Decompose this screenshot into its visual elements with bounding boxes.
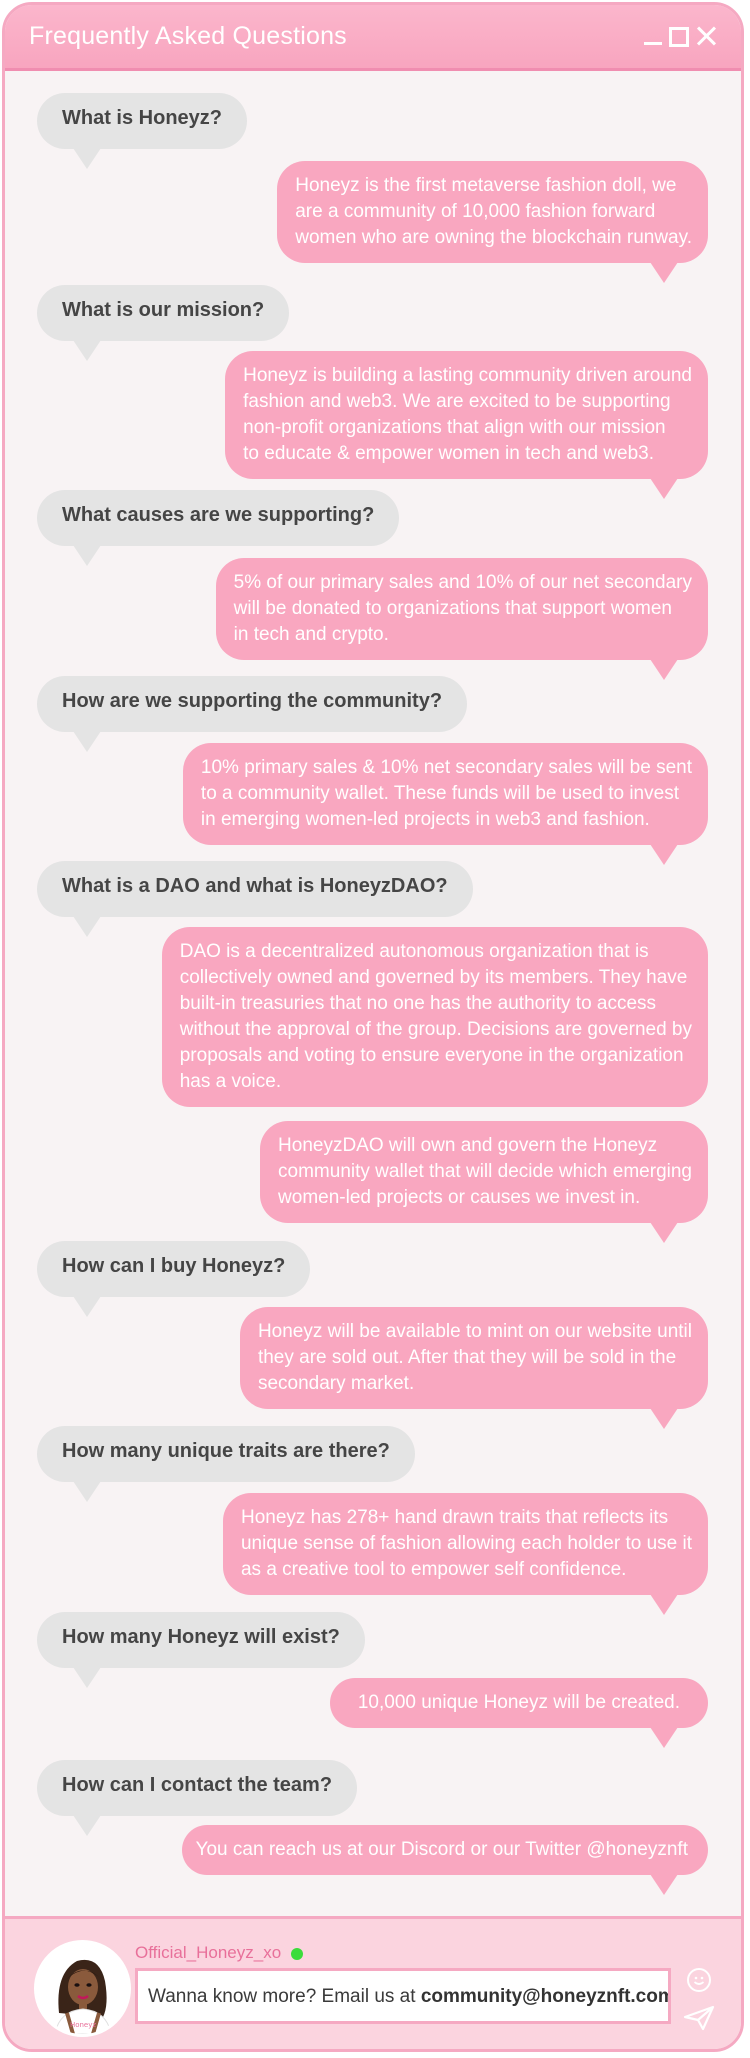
emoji-face-glyph — [693, 1976, 705, 1985]
answer-line: non-profit organizations that align with… — [243, 417, 666, 438]
answer-line: 5% of our primary sales and 10% of our n… — [233, 572, 692, 593]
answer-line: DAO is a decentralized autonomous organi… — [179, 941, 649, 962]
answer-bubble: Honeyz is building a lasting community d… — [225, 351, 708, 499]
answer-line: they are sold out. After that they will … — [257, 1347, 677, 1368]
question-bubble: What is a DAO and what is HoneyzDAO? — [37, 861, 473, 937]
emoji-icon[interactable] — [687, 1968, 711, 1992]
faq-window: Frequently Asked Questions What is Honey… — [2, 2, 744, 2052]
input-text: Wanna know more? Email us at — [148, 1986, 421, 2007]
question-bubble: How are we supporting the community? — [37, 676, 468, 752]
avatar-badge-text: Honeyz — [70, 2021, 96, 2029]
answer-bubble: 10% primary sales & 10% net secondary sa… — [182, 743, 708, 865]
answer-line: Honeyz will be available to mint on our … — [257, 1321, 692, 1342]
answer-line: 10,000 unique Honeyz will be created. — [357, 1692, 680, 1713]
answer-line: will be donated to organizations that su… — [233, 598, 672, 619]
answer-bubble: Honeyz has 278+ hand drawn traits that r… — [222, 1493, 708, 1615]
honeyz-doll-avatar-icon: Honeyz — [37, 1943, 128, 2034]
answer-line: fashion and web3. We are excited to be s… — [243, 391, 671, 412]
question-bubble: How many unique traits are there? — [37, 1426, 415, 1502]
answer-line: as a creative tool to empower self confi… — [240, 1559, 627, 1580]
answer-line: in emerging women-led projects in web3 a… — [200, 809, 650, 830]
answer-bubble: HoneyzDAO will own and govern the Honeyz… — [260, 1121, 708, 1243]
message-input[interactable]: Wanna know more? Email us at community@h… — [135, 1968, 671, 2024]
answer-line: women who are owning the blockchain runw… — [295, 227, 692, 248]
answer-bubble: DAO is a decentralized autonomous organi… — [161, 927, 708, 1107]
answer-line: in tech and crypto. — [233, 624, 389, 645]
answer-bubble: You can reach us at our Discord or our T… — [181, 1825, 708, 1895]
answer-line: has a voice. — [179, 1071, 282, 1092]
answer-line: to a community wallet. These funds will … — [200, 783, 679, 804]
answer-line: You can reach us at our Discord or our T… — [195, 1839, 688, 1860]
answer-line: proposals and voting to ensure everyone … — [179, 1045, 684, 1066]
question-bubble: How can I contact the team? — [37, 1760, 358, 1836]
window-title: Frequently Asked Questions — [29, 22, 347, 50]
answer-bubble: Honeyz is the first metaverse fashion do… — [277, 161, 708, 283]
question-bubble: How can I buy Honeyz? — [37, 1241, 311, 1317]
answer-line: unique sense of fashion allowing each ho… — [240, 1533, 692, 1554]
question-bubble: How many Honeyz will exist? — [37, 1612, 365, 1688]
answer-line: built-in treasuries that no one has the … — [179, 993, 657, 1014]
answer-line: without the approval of the group. Decis… — [179, 1019, 692, 1040]
question-bubble: What is Honeyz? — [37, 93, 248, 169]
avatar[interactable]: Honeyz — [34, 1940, 131, 2037]
question-bubble: What causes are we supporting? — [37, 490, 400, 566]
answer-bubble: 5% of our primary sales and 10% of our n… — [215, 558, 708, 680]
answer-line: women-led projects or causes we invest i… — [278, 1187, 641, 1208]
answer-bubble: 10,000 unique Honeyz will be created. — [329, 1678, 708, 1748]
answer-line: HoneyzDAO will own and govern the Honeyz — [278, 1135, 658, 1156]
online-status-icon — [291, 1948, 303, 1960]
email-link[interactable]: community@honeyznft.com — [421, 1986, 668, 2007]
answer-bubble: Honeyz will be available to mint on our … — [239, 1307, 708, 1429]
send-icon[interactable] — [683, 2005, 715, 2031]
answer-line: secondary market. — [257, 1373, 415, 1394]
answer-line: Honeyz is building a lasting community d… — [243, 365, 692, 386]
answer-line: 10% primary sales & 10% net secondary sa… — [200, 757, 692, 778]
answer-line: Honeyz has 278+ hand drawn traits that r… — [240, 1507, 669, 1528]
answer-line: collectively owned and governed by its m… — [179, 967, 688, 988]
username: Official_Honeyz_xo — [135, 1943, 282, 1962]
answer-line: to educate & empower women in tech and w… — [243, 443, 654, 464]
question-bubble: What is our mission? — [37, 285, 290, 361]
minimize-icon[interactable] — [642, 25, 664, 47]
answer-line: community wallet that will decide which … — [278, 1161, 692, 1182]
chat-footer: Honeyz Official_Honeyz_xo Wanna know mor… — [5, 1916, 741, 2049]
close-icon[interactable] — [695, 25, 717, 47]
maximize-icon[interactable] — [667, 25, 689, 47]
title-bar: Frequently Asked Questions — [5, 5, 741, 71]
answer-line: are a community of 10,000 fashion forwar… — [295, 201, 656, 222]
answer-line: Honeyz is the first metaverse fashion do… — [295, 175, 677, 196]
